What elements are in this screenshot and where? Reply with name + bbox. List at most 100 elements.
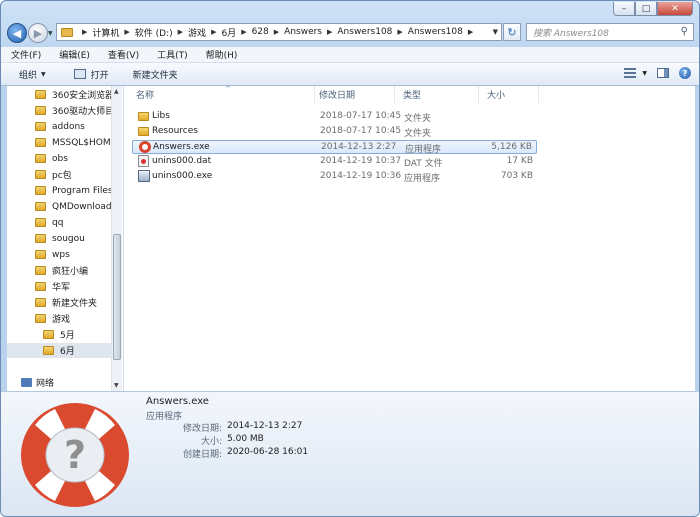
address-bar[interactable]: ▶ 计算机 ▶ 软件 (D:) ▶ 游戏 ▶ 6月 ▶ 628 ▶ Answer… <box>56 23 502 41</box>
nav-tree-item[interactable]: 360驱动大师目录 <box>7 103 111 118</box>
file-row[interactable]: unins000.dat 2014-12-19 10:37 DAT 文件 17 KB <box>132 155 537 169</box>
nav-tree-item[interactable]: 5月 <box>7 327 111 342</box>
navigation-pane[interactable]: 360安全浏览器下 360驱动大师目录 addons MSSQL$HOME obs pc包… <box>7 86 124 391</box>
nav-tree-item-label: QMDownload <box>52 201 111 212</box>
column-modified-label: 修改日期 <box>319 91 356 101</box>
menu-edit[interactable]: 编辑(E) <box>49 48 98 61</box>
help-icon[interactable]: ? <box>679 67 691 79</box>
file-type: 应用程序 <box>405 145 442 155</box>
breadcrumb-games[interactable]: 游戏 <box>188 26 206 39</box>
chevron-right-icon[interactable]: ▶ <box>274 28 279 36</box>
breadcrumb-june[interactable]: 6月 <box>221 26 236 39</box>
navigation-scrollbar[interactable]: ▲ ▼ <box>111 86 122 391</box>
breadcrumb-answers108-current[interactable]: Answers108 <box>408 27 463 37</box>
file-modified: 2018-07-17 10:45 <box>320 126 402 136</box>
column-header-name[interactable]: 名称 ^ <box>128 85 315 103</box>
chevron-right-icon[interactable]: ▶ <box>178 28 183 36</box>
file-row[interactable]: Libs 2018-07-17 10:45 文件夹 <box>132 110 537 124</box>
nav-tree-item[interactable]: 华军 <box>7 279 111 294</box>
chevron-right-icon[interactable]: ▶ <box>241 28 246 36</box>
folder-icon <box>35 122 46 131</box>
nav-tree-item[interactable]: pc包 <box>7 167 111 182</box>
new-folder-label: 新建文件夹 <box>132 70 178 81</box>
back-button[interactable]: ◀ <box>7 23 27 43</box>
folder-icon <box>35 186 46 195</box>
folder-icon <box>61 27 73 37</box>
close-button[interactable]: ✕ <box>657 2 693 16</box>
nav-tree-item[interactable]: 游戏 <box>7 311 111 326</box>
refresh-button[interactable]: ↻ <box>503 23 521 41</box>
scroll-up-icon[interactable]: ▲ <box>114 88 119 95</box>
nav-tree-item-label: 新建文件夹 <box>52 299 98 309</box>
file-row[interactable]: Answers.exe 2014-12-13 2:27 应用程序 5,126 KB <box>132 140 537 155</box>
scroll-down-icon[interactable]: ▼ <box>114 382 119 389</box>
nav-tree-item[interactable]: sougou <box>7 231 111 246</box>
change-view-icon[interactable] <box>624 68 637 78</box>
breadcrumb-answers108[interactable]: Answers108 <box>337 27 392 37</box>
column-header-size[interactable]: 大小 <box>479 86 539 103</box>
nav-tree-item[interactable]: Program Files ( <box>7 183 111 198</box>
folder-icon <box>35 298 46 307</box>
breadcrumb-answers[interactable]: Answers <box>284 27 322 37</box>
menu-tools[interactable]: 工具(T) <box>147 48 196 61</box>
nav-tree-item-label: qq <box>52 217 64 228</box>
column-header-modified[interactable]: 修改日期 <box>311 86 395 103</box>
new-folder-button[interactable]: 新建文件夹 <box>119 68 188 81</box>
forward-button[interactable]: ▶ <box>28 23 48 43</box>
menu-help[interactable]: 帮助(H) <box>196 48 246 61</box>
minimize-icon: – <box>621 3 627 14</box>
nav-tree-item[interactable]: obs <box>7 151 111 166</box>
details-file-name: Answers.exe <box>146 396 209 407</box>
search-input[interactable]: 搜索 Answers108 ⚲ <box>526 23 694 41</box>
nav-tree-item[interactable]: 疯狂小编 <box>7 263 111 278</box>
chevron-right-icon[interactable]: ▶ <box>124 28 129 36</box>
folder-icon <box>35 202 46 211</box>
breadcrumb-drive[interactable]: 软件 (D:) <box>135 26 173 39</box>
organize-button[interactable]: 组织 ▼ <box>1 68 56 81</box>
breadcrumb-computer[interactable]: 计算机 <box>92 26 119 39</box>
nav-tree-item-label: 6月 <box>60 347 75 357</box>
recent-pages-dropdown[interactable]: ▼ <box>48 30 53 37</box>
nav-tree-item[interactable]: QMDownload <box>7 199 111 214</box>
chevron-right-icon[interactable]: ▶ <box>468 28 473 36</box>
menu-view[interactable]: 查看(V) <box>98 48 147 61</box>
scroll-thumb[interactable] <box>113 234 121 360</box>
search-placeholder: 搜索 Answers108 <box>533 28 609 39</box>
chevron-right-icon[interactable]: ▶ <box>397 28 402 36</box>
folder-icon <box>35 106 46 115</box>
menu-file[interactable]: 文件(F) <box>1 48 49 61</box>
folder-icon <box>43 330 54 339</box>
folder-icon <box>35 154 46 163</box>
breadcrumb-628[interactable]: 628 <box>252 27 269 37</box>
details-size-value: 5.00 MB <box>227 434 264 444</box>
chevron-down-icon: ▼ <box>41 70 46 78</box>
details-modified-label: 修改日期: <box>182 424 222 434</box>
preview-pane-icon[interactable] <box>657 68 669 78</box>
nav-tree-item[interactable]: 6月 <box>7 343 111 358</box>
nav-tree-item[interactable]: 360安全浏览器下 <box>7 87 111 102</box>
nav-tree-item[interactable]: addons <box>7 119 111 134</box>
chevron-right-icon[interactable]: ▶ <box>327 28 332 36</box>
nav-tree-item[interactable]: wps <box>7 247 111 262</box>
file-modified: 2014-12-13 2:27 <box>321 142 397 152</box>
nav-tree-item-label: 游戏 <box>52 315 71 325</box>
chevron-down-icon[interactable]: ▼ <box>642 70 647 77</box>
file-row[interactable]: Resources 2018-07-17 10:45 文件夹 <box>132 125 537 139</box>
nav-tree-item[interactable]: qq <box>7 215 111 230</box>
open-button[interactable]: 打开 <box>56 68 119 81</box>
file-name: Libs <box>152 111 170 121</box>
address-dropdown-icon[interactable]: ▼ <box>493 28 498 36</box>
nav-tree-item[interactable]: 新建文件夹 <box>7 295 111 310</box>
chevron-right-icon[interactable]: ▶ <box>211 28 216 36</box>
back-arrow-icon: ◀ <box>12 26 22 40</box>
network-icon <box>21 378 32 387</box>
chevron-right-icon[interactable]: ▶ <box>82 28 87 36</box>
file-row[interactable]: unins000.exe 2014-12-19 10:36 应用程序 703 KB <box>132 170 537 184</box>
minimize-button[interactable]: – <box>613 2 635 16</box>
column-header-type[interactable]: 类型 <box>395 86 479 103</box>
nav-tree-network[interactable]: 网络 <box>7 375 111 390</box>
nav-tree-item[interactable]: MSSQL$HOME <box>7 135 111 150</box>
maximize-button[interactable]: □ <box>635 2 657 16</box>
search-icon[interactable]: ⚲ <box>681 26 688 37</box>
open-label: 打开 <box>90 70 109 81</box>
